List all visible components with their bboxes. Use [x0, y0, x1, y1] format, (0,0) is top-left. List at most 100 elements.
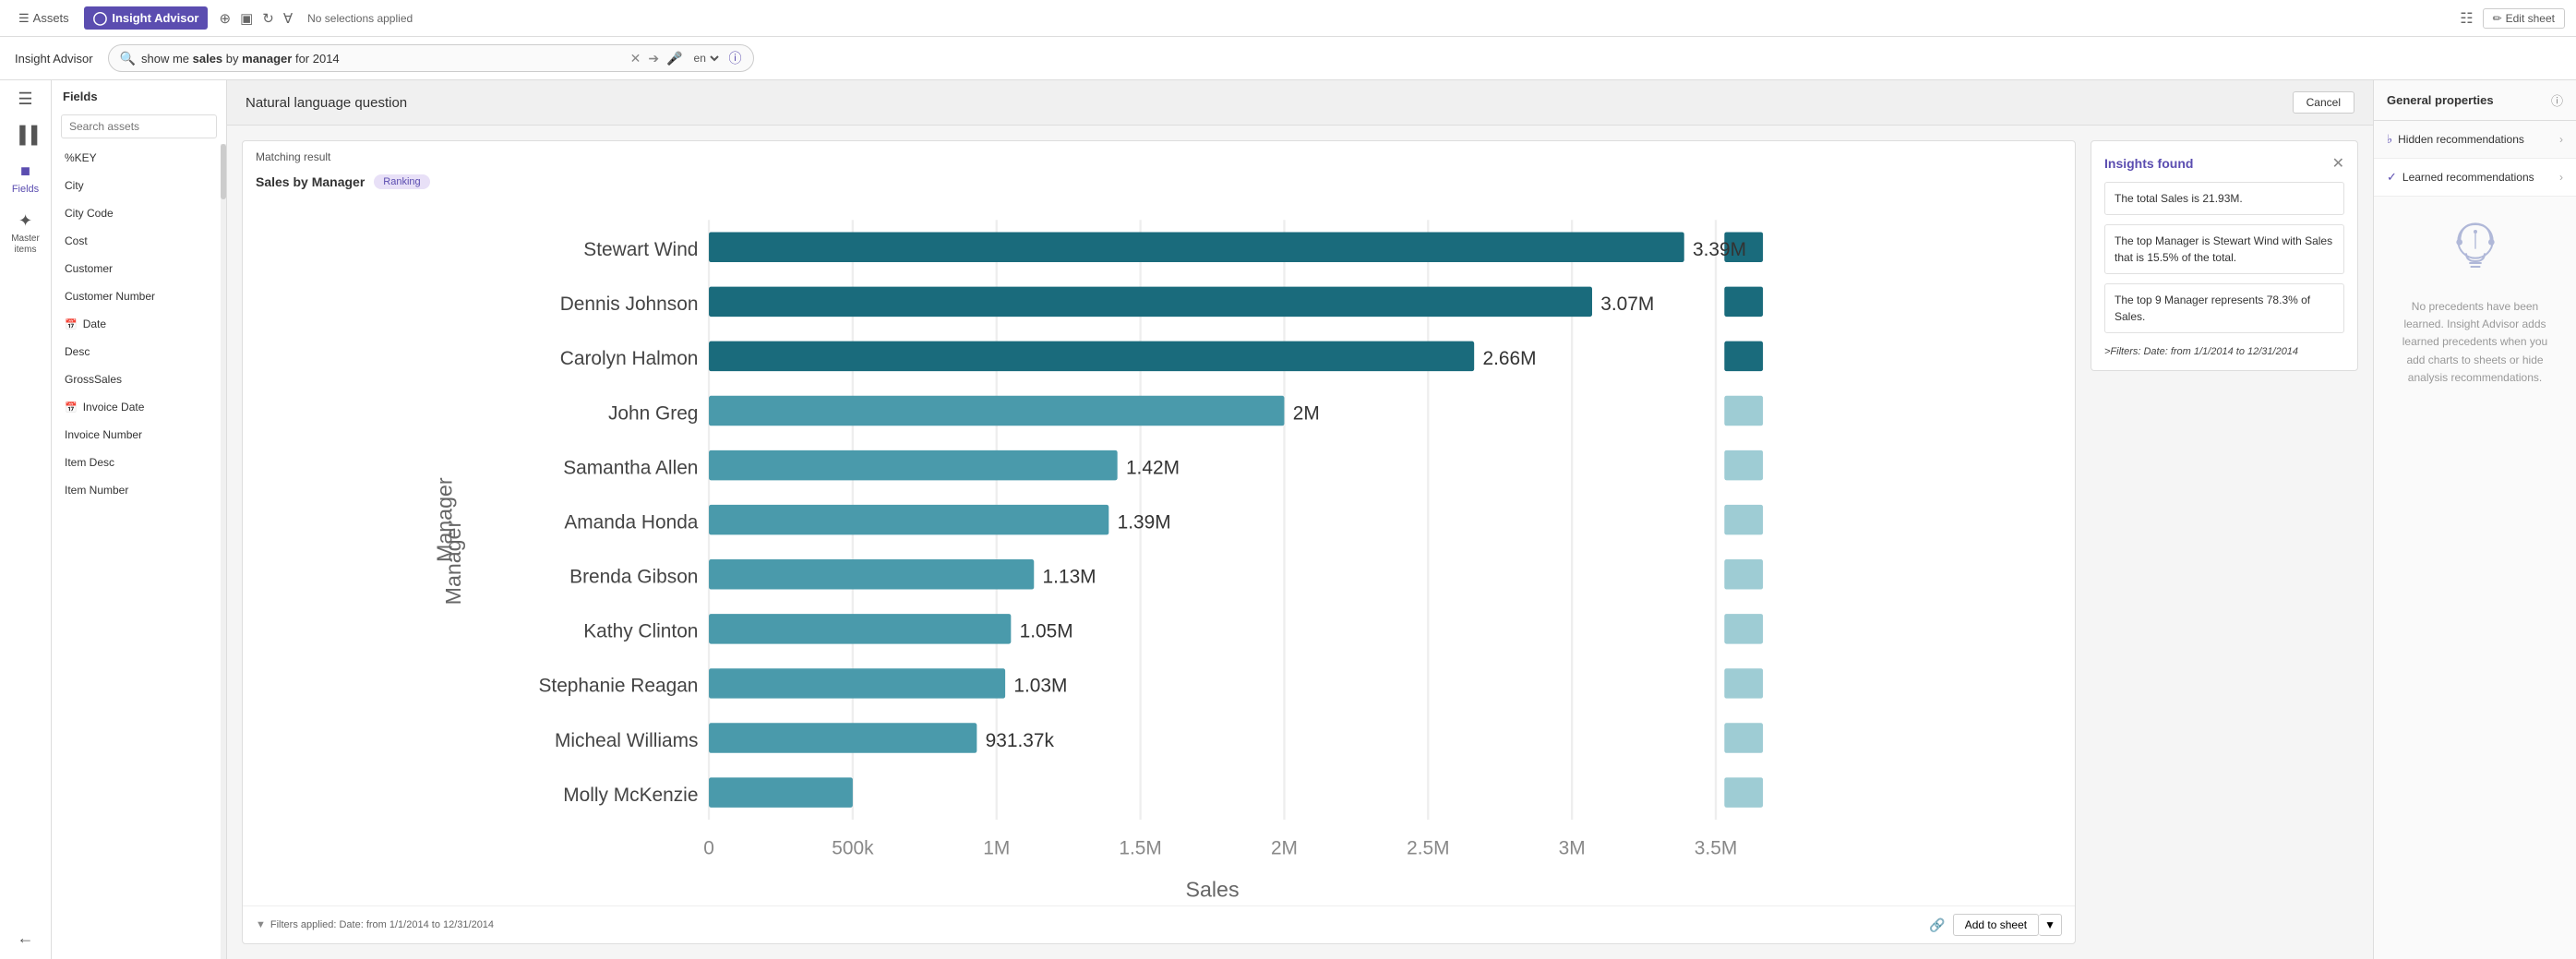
insights-close-button[interactable]: ✕ — [2332, 154, 2344, 173]
info-icon[interactable]: ⓘ — [729, 49, 742, 67]
bar-chart-svg: Manager 0500k1M1.5M2M2.5M3M3.5MSalesMana… — [252, 198, 2066, 905]
chart-footer: ▼ Filters applied: Date: from 1/1/2014 t… — [243, 905, 2075, 943]
field-item[interactable]: Item Desc — [52, 449, 221, 476]
main-layout: ☰ ▐▐ ■ Fields ✦ Master items ← Fields %K… — [0, 80, 2576, 959]
sidebar-toggle[interactable]: ☰ — [18, 90, 32, 109]
field-item[interactable]: Customer Number — [52, 282, 221, 310]
sidebar-fields-icon[interactable]: ■ Fields — [12, 162, 39, 195]
collapse-icon: ← — [18, 929, 34, 948]
add-to-sheet-button[interactable]: Add to sheet — [1953, 914, 2039, 936]
hidden-recommendations-item[interactable]: ♭ Hidden recommendations › — [2374, 121, 2576, 159]
svg-text:Sales: Sales — [1186, 878, 1240, 902]
share-icon-button[interactable]: 🔗 — [1929, 917, 1945, 933]
scrollbar-track[interactable] — [221, 144, 226, 959]
svg-text:Carolyn Halmon: Carolyn Halmon — [560, 348, 699, 369]
add-to-sheet-dropdown[interactable]: ▼ — [2039, 914, 2062, 936]
go-button[interactable]: ➔ — [648, 51, 659, 66]
sidebar-master-items-icon[interactable]: ✦ Master items — [0, 211, 51, 256]
fields-panel: Fields %KEYCityCity CodeCostCustomerCust… — [52, 80, 227, 959]
sidebar-collapse-icon[interactable]: ← — [18, 929, 34, 959]
edit-sheet-button[interactable]: ✏ Edit sheet — [2483, 8, 2565, 29]
svg-text:Amanda Honda: Amanda Honda — [564, 511, 698, 533]
right-panel-scroll: ♭ Hidden recommendations › ✓ Learned rec… — [2374, 121, 2576, 405]
forward-icon[interactable]: ∀ — [283, 10, 293, 27]
grid-layout-icon[interactable]: ☷ — [2460, 9, 2473, 28]
field-item[interactable]: 📅Date — [52, 310, 221, 338]
field-item[interactable]: Desc — [52, 338, 221, 366]
assets-nav[interactable]: ☰ Assets — [11, 11, 77, 26]
learned-recommendations-item[interactable]: ✓ Learned recommendations › — [2374, 159, 2576, 197]
field-item[interactable]: City — [52, 172, 221, 199]
clear-search-button[interactable]: ✕ — [630, 51, 641, 66]
field-item[interactable]: %KEY — [52, 144, 221, 172]
insight-filter: >Filters: Date: from 1/1/2014 to 12/31/2… — [2104, 346, 2344, 357]
field-item[interactable]: Invoice Number — [52, 421, 221, 449]
field-item[interactable]: City Code — [52, 199, 221, 227]
svg-text:3.39M: 3.39M — [1693, 239, 1746, 260]
lightbulb-icon — [2438, 215, 2512, 289]
top-bar: ☰ Assets ◯ Insight Advisor ⊕ ▣ ↻ ∀ No se… — [0, 0, 2576, 37]
right-panel: General properties ⓘ ♭ Hidden recommenda… — [2373, 80, 2576, 959]
fields-panel-title: Fields — [52, 80, 226, 109]
top-bar-right: ☷ ✏ Edit sheet — [2460, 8, 2565, 29]
svg-text:500k: 500k — [832, 837, 874, 858]
back-icon[interactable]: ↻ — [262, 10, 274, 27]
content-area: Matching result Sales by Manager Ranking… — [227, 126, 2373, 959]
calendar-icon: 📅 — [65, 318, 78, 330]
right-panel-help-icon[interactable]: ⓘ — [2551, 91, 2563, 109]
chart-footer-right: 🔗 Add to sheet ▼ — [1929, 914, 2062, 936]
insights-title: Insights found — [2104, 156, 2193, 171]
toolbar-icons: ⊕ ▣ ↻ ∀ — [219, 10, 293, 27]
insights-header: Insights found ✕ — [2104, 154, 2344, 173]
search-input-wrap[interactable]: 🔍 show me sales by manager for 2014 ✕ ➔ … — [108, 44, 754, 72]
scrollbar-thumb[interactable] — [221, 144, 226, 199]
svg-text:1.13M: 1.13M — [1043, 567, 1096, 588]
svg-text:1.42M: 1.42M — [1126, 457, 1180, 478]
fields-icon: ■ — [20, 162, 30, 181]
main-content: Natural language question Cancel Matchin… — [227, 80, 2373, 959]
search-assets-input[interactable] — [61, 114, 217, 138]
chevron-right-icon-2: › — [2559, 171, 2563, 184]
smart-search-icon[interactable]: ⊕ — [219, 10, 231, 27]
hidden-rec-label: ♭ Hidden recommendations — [2387, 132, 2524, 147]
right-panel-header: General properties ⓘ — [2374, 80, 2576, 121]
svg-text:Samantha Allen: Samantha Allen — [563, 457, 698, 478]
insight-advisor-tab[interactable]: ◯ Insight Advisor — [84, 6, 209, 30]
columns-icon: ▐▐ — [14, 126, 38, 145]
insight-icon: ◯ — [93, 10, 108, 26]
svg-text:0: 0 — [703, 837, 714, 858]
sidebar-icons: ☰ ▐▐ ■ Fields ✦ Master items ← — [0, 80, 52, 959]
svg-text:Molly McKenzie: Molly McKenzie — [563, 785, 698, 806]
svg-text:Kathy Clinton: Kathy Clinton — [583, 621, 698, 642]
svg-text:1.39M: 1.39M — [1118, 511, 1171, 533]
field-item[interactable]: Customer — [52, 255, 221, 282]
cancel-button[interactable]: Cancel — [2293, 91, 2354, 114]
svg-text:1.5M: 1.5M — [1119, 837, 1161, 858]
master-items-icon: ✦ — [18, 211, 32, 231]
fields-list: %KEYCityCity CodeCostCustomerCustomer Nu… — [52, 144, 221, 959]
pencil-icon: ✏ — [2493, 12, 2502, 25]
svg-text:2.5M: 2.5M — [1407, 837, 1449, 858]
chevron-right-icon: › — [2559, 133, 2563, 146]
add-to-sheet-group: Add to sheet ▼ — [1953, 914, 2062, 936]
hidden-rec-icon: ♭ — [2387, 132, 2392, 147]
insight-advisor-label: Insight Advisor — [15, 52, 93, 66]
assets-icon: ☰ — [18, 11, 30, 26]
insight-box-2: The top Manager is Stewart Wind with Sal… — [2104, 224, 2344, 274]
field-item[interactable]: Cost — [52, 227, 221, 255]
svg-text:Brenda Gibson: Brenda Gibson — [569, 567, 698, 588]
sidebar-columns-icon[interactable]: ▐▐ — [14, 126, 38, 145]
fields-search[interactable] — [52, 109, 226, 144]
mic-icon[interactable]: 🎤 — [666, 51, 682, 66]
lightbulb-area: No precedents have been learned. Insight… — [2374, 197, 2576, 405]
field-item[interactable]: Item Number — [52, 476, 221, 504]
bar-chart-area: Manager 0500k1M1.5M2M2.5M3M3.5MSalesMana… — [243, 193, 2075, 905]
language-select[interactable]: en fr de — [690, 51, 722, 66]
lightbulb-text: No precedents have been learned. Insight… — [2392, 298, 2558, 387]
svg-text:2M: 2M — [1271, 837, 1298, 858]
nlq-title: Natural language question — [246, 95, 407, 111]
selections-icon[interactable]: ▣ — [240, 10, 253, 27]
field-item[interactable]: GrossSales — [52, 366, 221, 393]
search-actions: ✕ ➔ 🎤 en fr de ⓘ — [630, 49, 742, 67]
field-item[interactable]: 📅Invoice Date — [52, 393, 221, 421]
